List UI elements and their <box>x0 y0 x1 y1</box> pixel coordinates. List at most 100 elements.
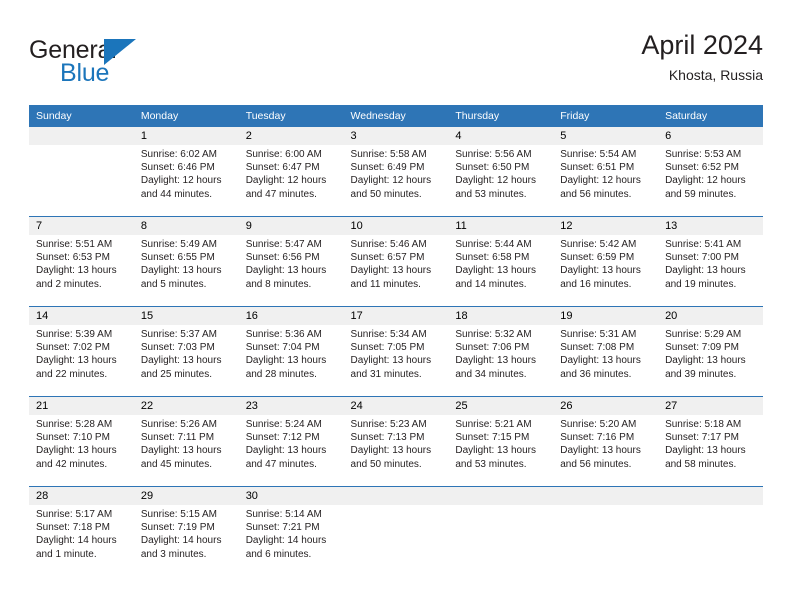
calendar-day-cell[interactable]: 23 Sunrise: 5:24 AM Sunset: 7:12 PM Dayligh… <box>238 396 344 487</box>
calendar-day-cell[interactable]: 27 Sunrise: 5:18 AM Sunset: 7:17 PM Dayligh… <box>658 396 763 487</box>
daylight-text: Daylight: 12 hours and 56 minutes. <box>560 175 641 200</box>
calendar-day-cell[interactable]: 8 Sunrise: 5:49 AM Sunset: 6:55 PM Daylight… <box>133 216 239 307</box>
day-number: 30 <box>238 487 344 505</box>
calendar-day-cell[interactable]: 26 Sunrise: 5:20 AM Sunset: 7:16 PM Dayligh… <box>553 396 659 487</box>
calendar-day-cell[interactable]: 24 Sunrise: 5:23 AM Sunset: 7:13 PM Dayligh… <box>343 396 449 487</box>
calendar-day-cell[interactable]: 18 Sunrise: 5:32 AM Sunset: 7:06 PM Dayligh… <box>448 306 554 397</box>
daylight-text: Daylight: 13 hours and 25 minutes. <box>140 355 222 380</box>
day-number: 14 <box>29 307 134 325</box>
calendar-day-cell[interactable]: 9 Sunrise: 5:47 AM Sunset: 6:56 PM Daylight… <box>238 216 344 307</box>
sunset-text: Sunset: 7:19 PM <box>140 522 215 534</box>
day-number: 10 <box>343 217 449 235</box>
daylight-text: Daylight: 13 hours and 19 minutes. <box>665 265 746 290</box>
calendar-day-cell[interactable]: 30 Sunrise: 5:14 AM Sunset: 7:21 PM Dayligh… <box>238 486 344 576</box>
daylight-text: Daylight: 12 hours and 50 minutes. <box>350 175 432 200</box>
daylight-text: Daylight: 13 hours and 11 minutes. <box>350 265 432 290</box>
sunset-text: Sunset: 6:51 PM <box>560 162 635 174</box>
daylight-text: Daylight: 12 hours and 53 minutes. <box>455 175 536 200</box>
calendar-body: 1 Sunrise: 6:02 AM Sunset: 6:46 PM Daylight… <box>29 127 763 576</box>
day-cell-inner: 10 Sunrise: 5:46 AM Sunset: 6:57 PM Dayligh… <box>343 217 449 306</box>
day-details: Sunrise: 5:26 AM Sunset: 7:11 PM Daylight:… <box>134 415 239 471</box>
general-blue-logo[interactable]: General Blue <box>29 36 239 92</box>
calendar-day-cell-empty <box>448 486 554 576</box>
daylight-text: Daylight: 13 hours and 39 minutes. <box>665 355 746 380</box>
day-number <box>29 127 134 145</box>
day-cell-inner <box>658 487 763 576</box>
day-details: Sunrise: 5:39 AM Sunset: 7:02 PM Daylight:… <box>29 325 134 381</box>
day-number: 11 <box>448 217 554 235</box>
day-details: Sunrise: 5:15 AM Sunset: 7:19 PM Daylight:… <box>134 505 239 561</box>
calendar-day-cell[interactable]: 22 Sunrise: 5:26 AM Sunset: 7:11 PM Dayligh… <box>133 396 239 487</box>
calendar-grid: Sunday Monday Tuesday Wednesday Thursday Frid… <box>29 105 763 576</box>
calendar-day-cell[interactable]: 13 Sunrise: 5:41 AM Sunset: 7:00 PM Dayligh… <box>658 216 763 307</box>
day-details: Sunrise: 5:49 AM Sunset: 6:55 PM Daylight:… <box>134 235 239 291</box>
calendar-day-cell[interactable]: 20 Sunrise: 5:29 AM Sunset: 7:09 PM Dayligh… <box>658 306 763 397</box>
calendar-day-cell[interactable]: 7 Sunrise: 5:51 AM Sunset: 6:53 PM Daylight… <box>29 216 134 307</box>
day-number: 21 <box>29 397 134 415</box>
daylight-text: Daylight: 13 hours and 56 minutes. <box>560 445 641 470</box>
calendar-week-row: 14 Sunrise: 5:39 AM Sunset: 7:02 PM Dayligh… <box>29 306 763 397</box>
day-cell-inner: 8 Sunrise: 5:49 AM Sunset: 6:55 PM Daylight… <box>133 217 239 306</box>
day-cell-inner: 2 Sunrise: 6:00 AM Sunset: 6:47 PM Daylight… <box>238 127 344 216</box>
calendar-day-cell[interactable]: 25 Sunrise: 5:21 AM Sunset: 7:15 PM Dayligh… <box>448 396 554 487</box>
calendar-day-cell[interactable]: 12 Sunrise: 5:42 AM Sunset: 6:59 PM Dayligh… <box>553 216 659 307</box>
sunrise-text: Sunrise: 5:56 AM <box>455 149 532 160</box>
calendar-day-cell-empty <box>553 486 659 576</box>
day-cell-inner <box>29 127 134 216</box>
daylight-text: Daylight: 13 hours and 53 minutes. <box>455 445 536 470</box>
sunset-text: Sunset: 7:17 PM <box>665 432 739 444</box>
calendar-day-cell[interactable]: 19 Sunrise: 5:31 AM Sunset: 7:08 PM Dayligh… <box>553 306 659 397</box>
calendar-day-cell[interactable]: 5 Sunrise: 5:54 AM Sunset: 6:51 PM Daylight… <box>553 127 659 217</box>
day-details: Sunrise: 6:02 AM Sunset: 6:46 PM Daylight:… <box>134 145 239 201</box>
calendar-day-cell[interactable]: 15 Sunrise: 5:37 AM Sunset: 7:03 PM Dayligh… <box>133 306 239 397</box>
calendar-day-cell[interactable]: 1 Sunrise: 6:02 AM Sunset: 6:46 PM Daylight… <box>133 127 239 217</box>
sunrise-text: Sunrise: 5:34 AM <box>350 329 427 340</box>
calendar-header-row: Sunday Monday Tuesday Wednesday Thursday Frid… <box>29 105 763 127</box>
daylight-text: Daylight: 13 hours and 5 minutes. <box>140 265 222 290</box>
day-details: Sunrise: 5:24 AM Sunset: 7:12 PM Daylight:… <box>239 415 344 471</box>
daylight-text: Daylight: 13 hours and 22 minutes. <box>36 355 117 380</box>
sunrise-text: Sunrise: 5:58 AM <box>350 149 427 160</box>
daylight-text: Daylight: 14 hours and 1 minute. <box>36 535 117 560</box>
calendar-day-cell[interactable]: 29 Sunrise: 5:15 AM Sunset: 7:19 PM Dayligh… <box>133 486 239 576</box>
sunrise-text: Sunrise: 5:23 AM <box>350 419 427 430</box>
day-cell-inner: 27 Sunrise: 5:18 AM Sunset: 7:17 PM Dayligh… <box>658 397 763 486</box>
sunrise-text: Sunrise: 5:14 AM <box>245 509 322 520</box>
day-number: 17 <box>343 307 449 325</box>
calendar-day-cell[interactable]: 28 Sunrise: 5:17 AM Sunset: 7:18 PM Dayligh… <box>29 486 134 576</box>
sunset-text: Sunset: 6:57 PM <box>350 252 425 264</box>
sunset-text: Sunset: 7:06 PM <box>455 342 530 354</box>
sunset-text: Sunset: 7:15 PM <box>455 432 530 444</box>
day-details: Sunrise: 5:29 AM Sunset: 7:09 PM Daylight:… <box>658 325 763 381</box>
sunset-text: Sunset: 6:55 PM <box>140 252 215 264</box>
day-number: 23 <box>238 397 344 415</box>
calendar-day-cell[interactable]: 2 Sunrise: 6:00 AM Sunset: 6:47 PM Daylight… <box>238 127 344 217</box>
sunset-text: Sunset: 7:21 PM <box>245 522 320 534</box>
day-cell-inner: 9 Sunrise: 5:47 AM Sunset: 6:56 PM Daylight… <box>238 217 344 306</box>
page-title: April 2024 <box>641 30 763 60</box>
calendar-day-cell[interactable]: 17 Sunrise: 5:34 AM Sunset: 7:05 PM Dayligh… <box>343 306 449 397</box>
calendar-day-cell[interactable]: 3 Sunrise: 5:58 AM Sunset: 6:49 PM Daylight… <box>343 127 449 217</box>
calendar-day-cell[interactable]: 16 Sunrise: 5:36 AM Sunset: 7:04 PM Dayligh… <box>238 306 344 397</box>
day-cell-inner: 5 Sunrise: 5:54 AM Sunset: 6:51 PM Daylight… <box>553 127 659 216</box>
calendar-day-cell[interactable]: 6 Sunrise: 5:53 AM Sunset: 6:52 PM Daylight… <box>658 127 763 217</box>
sunset-text: Sunset: 7:10 PM <box>36 432 110 444</box>
sunset-text: Sunset: 7:18 PM <box>36 522 110 534</box>
sunset-text: Sunset: 6:53 PM <box>36 252 110 264</box>
calendar-day-cell-empty <box>658 486 763 576</box>
day-details: Sunrise: 5:21 AM Sunset: 7:15 PM Daylight:… <box>448 415 553 471</box>
calendar-day-cell[interactable]: 14 Sunrise: 5:39 AM Sunset: 7:02 PM Dayligh… <box>29 306 134 397</box>
day-number <box>343 487 449 505</box>
sunrise-text: Sunrise: 5:28 AM <box>36 419 113 430</box>
day-cell-inner: 28 Sunrise: 5:17 AM Sunset: 7:18 PM Dayligh… <box>29 487 134 576</box>
day-cell-inner: 3 Sunrise: 5:58 AM Sunset: 6:49 PM Daylight… <box>343 127 449 216</box>
calendar-day-cell[interactable]: 10 Sunrise: 5:46 AM Sunset: 6:57 PM Dayligh… <box>343 216 449 307</box>
day-cell-inner: 23 Sunrise: 5:24 AM Sunset: 7:12 PM Dayligh… <box>238 397 344 486</box>
sunset-text: Sunset: 7:12 PM <box>245 432 320 444</box>
calendar-day-cell[interactable]: 21 Sunrise: 5:28 AM Sunset: 7:10 PM Dayligh… <box>29 396 134 487</box>
calendar-day-cell[interactable]: 4 Sunrise: 5:56 AM Sunset: 6:50 PM Daylight… <box>448 127 554 217</box>
sunset-text: Sunset: 6:46 PM <box>140 162 215 174</box>
daylight-text: Daylight: 13 hours and 16 minutes. <box>560 265 641 290</box>
calendar-day-cell[interactable]: 11 Sunrise: 5:44 AM Sunset: 6:58 PM Dayligh… <box>448 216 554 307</box>
day-details: Sunrise: 5:18 AM Sunset: 7:17 PM Daylight:… <box>658 415 763 471</box>
